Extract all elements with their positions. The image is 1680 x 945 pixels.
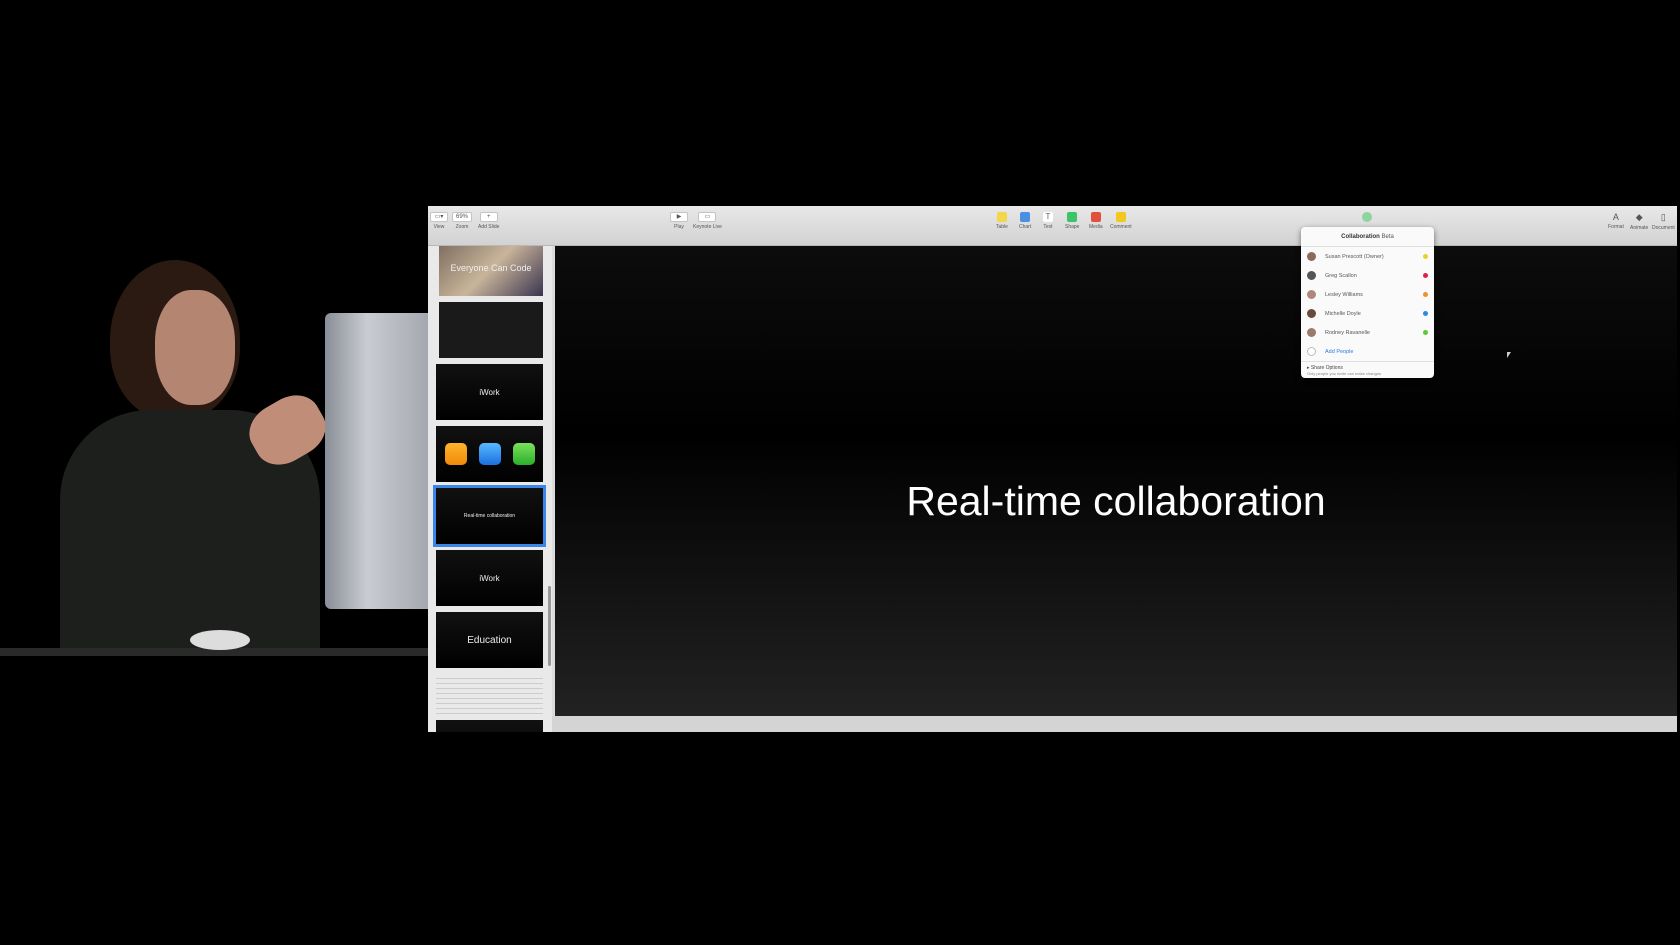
document-button[interactable]: ▯ Document [1652,212,1675,231]
slide-thumb-8[interactable] [436,720,543,732]
slide-thumb-4[interactable] [436,426,543,482]
numbers-icon [512,443,535,465]
share-options-toggle[interactable]: ▸ Share Options Only people you invite ca… [1301,361,1434,379]
animate-icon: ◆ [1635,212,1643,222]
slide-thumb-3[interactable]: iWork [436,364,543,420]
play-icon: ▶ [670,212,688,222]
collaborate-button[interactable] [1362,212,1372,222]
mouse-cursor-icon [1507,352,1511,358]
comment-icon [1115,212,1126,222]
comment-button[interactable]: Comment [1110,212,1132,230]
add-icon [1307,347,1316,356]
color-dot [1423,254,1428,259]
color-dot [1423,273,1428,278]
participant-row[interactable]: Rodney Ravanelle [1301,323,1434,342]
format-button[interactable]: A Format [1608,212,1624,230]
color-dot [1423,311,1428,316]
avatar [1307,271,1316,280]
slide-canvas[interactable]: Real-time collaboration [555,246,1677,716]
slide-thumb-2[interactable] [439,302,543,358]
participant-row[interactable]: Susan Prescott (Owner) [1301,247,1434,266]
slide-thumb-6[interactable]: iWork [436,550,543,606]
chart-button[interactable]: Chart [1019,212,1031,230]
slide-navigator: Everyone Can Code iWork Real-time collab… [428,246,552,732]
keynote-live-button[interactable]: ▭ Keynote Live [693,212,722,230]
pages-icon [444,443,467,465]
participant-row[interactable]: Lesley Williams [1301,285,1434,304]
keynote-window: ▭▾ View 69% Zoom + Add Slide ▶ Play ▭ Keynote… [428,206,1677,732]
avatar [1307,290,1316,299]
toolbar: ▭▾ View 69% Zoom + Add Slide ▶ Play ▭ Keynote… [428,206,1677,246]
document-icon: ▯ [1660,212,1666,222]
shape-button[interactable]: Shape [1065,212,1079,230]
participant-row[interactable]: Greg Scallon [1301,266,1434,285]
slide-thumb-7[interactable]: Education [436,612,543,668]
keynote-icon [478,443,501,465]
bottom-bar [552,716,1677,732]
format-icon: A [1612,212,1619,222]
table-icon [996,212,1007,222]
participant-row[interactable]: Michelle Doyle [1301,304,1434,323]
view-icon: ▭▾ [430,212,448,222]
slide-title[interactable]: Real-time collaboration [555,478,1677,525]
color-dot [1423,330,1428,335]
chart-icon [1020,212,1031,222]
sidebar-scrollbar[interactable] [548,586,551,666]
avatar [1307,309,1316,318]
plus-icon: + [479,212,498,222]
add-people-button[interactable]: Add People [1301,342,1434,361]
play-button[interactable]: ▶ Play [670,212,688,230]
imac-monitor [325,313,430,609]
keynote-live-icon: ▭ [698,212,717,222]
text-button[interactable]: T Text [1043,212,1053,230]
slide-thumb-1[interactable]: Everyone Can Code [439,246,543,296]
shape-icon [1067,212,1078,222]
presenter-face [155,290,235,405]
skipped-slides [436,674,543,714]
media-icon [1090,212,1101,222]
collaboration-popover: Collaboration Beta Susan Prescott (Owner… [1301,227,1434,378]
add-slide-button[interactable]: + Add Slide [478,212,499,230]
mouse [190,630,250,650]
slide-thumb-5[interactable]: Real-time collaboration [433,485,546,547]
collaborate-icon [1362,212,1372,222]
view-button[interactable]: ▭▾ View [430,212,448,230]
zoom-button[interactable]: 69% Zoom [452,212,473,230]
media-button[interactable]: Media [1089,212,1103,230]
animate-button[interactable]: ◆ Animate [1630,212,1648,231]
text-icon: T [1043,212,1053,222]
avatar [1307,252,1316,261]
table-button[interactable]: Table [996,212,1008,230]
color-dot [1423,292,1428,297]
avatar [1307,328,1316,337]
